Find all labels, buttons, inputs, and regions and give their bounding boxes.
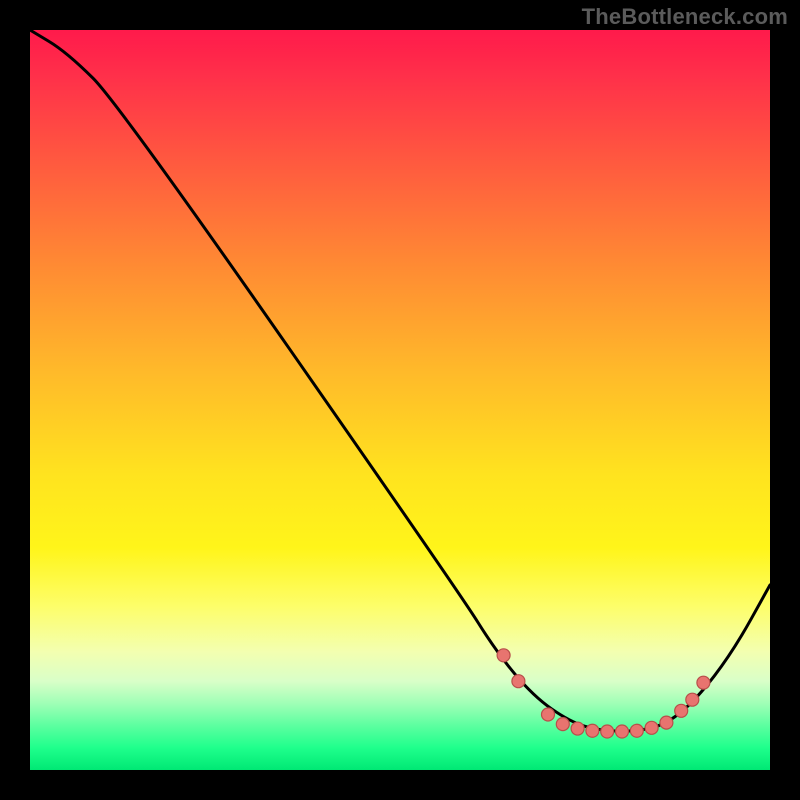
- data-marker: [586, 724, 599, 737]
- data-marker: [645, 721, 658, 734]
- data-marker: [660, 716, 673, 729]
- curve-line: [30, 30, 770, 731]
- watermark-text: TheBottleneck.com: [582, 4, 788, 30]
- data-marker: [616, 725, 629, 738]
- data-marker: [630, 724, 643, 737]
- markers-group: [497, 649, 710, 738]
- data-marker: [556, 718, 569, 731]
- data-marker: [675, 704, 688, 717]
- data-marker: [686, 693, 699, 706]
- data-marker: [697, 676, 710, 689]
- data-marker: [512, 675, 525, 688]
- data-marker: [601, 725, 614, 738]
- data-marker: [542, 708, 555, 721]
- plot-area: [30, 30, 770, 770]
- data-marker: [497, 649, 510, 662]
- chart-svg: [30, 30, 770, 770]
- data-marker: [571, 722, 584, 735]
- chart-frame: TheBottleneck.com: [0, 0, 800, 800]
